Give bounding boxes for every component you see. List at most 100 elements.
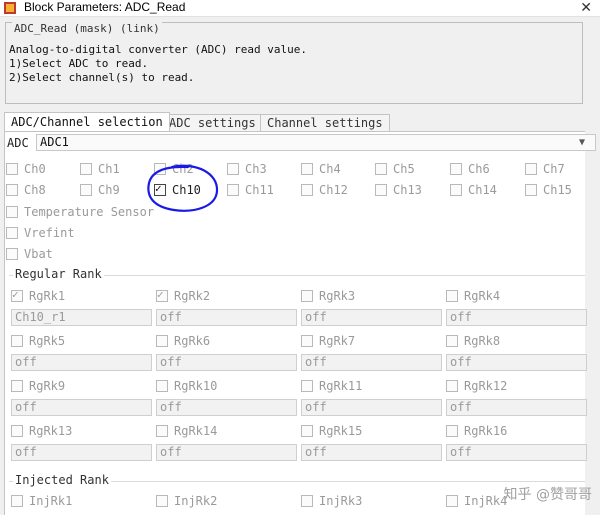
channel-checkbox-ch14[interactable]: Ch14 xyxy=(450,183,497,197)
rank-value-field[interactable]: off xyxy=(156,399,297,416)
channel-checkbox-ch3[interactable]: Ch3 xyxy=(227,162,267,176)
rank-value-field[interactable]: off xyxy=(301,354,442,371)
injected-rank-checkbox-2[interactable]: InjRk2 xyxy=(156,494,217,508)
checkbox-box[interactable] xyxy=(11,335,23,347)
rank-value-field[interactable]: off xyxy=(301,399,442,416)
checkbox-box[interactable] xyxy=(301,163,313,175)
channel-checkbox-ch7[interactable]: Ch7 xyxy=(525,162,565,176)
regular-rank-checkbox-8[interactable]: RgRk8 xyxy=(446,334,500,348)
regular-rank-checkbox-3[interactable]: RgRk3 xyxy=(301,289,355,303)
regular-rank-checkbox-12[interactable]: RgRk12 xyxy=(446,379,507,393)
checkbox-box[interactable] xyxy=(375,163,387,175)
checkbox-box[interactable] xyxy=(450,163,462,175)
checkbox-box[interactable] xyxy=(446,425,458,437)
extra-checkbox-temperature-sensor[interactable]: Temperature Sensor xyxy=(6,205,154,219)
checkbox-box[interactable] xyxy=(80,184,92,196)
checkbox-box[interactable] xyxy=(301,184,313,196)
regular-rank-checkbox-10[interactable]: RgRk10 xyxy=(156,379,217,393)
regular-rank-checkbox-2[interactable]: ✓ RgRk2 xyxy=(156,288,210,303)
checkbox-label: Ch13 xyxy=(393,183,422,197)
checkbox-box[interactable] xyxy=(156,335,168,347)
rank-value-field[interactable]: off xyxy=(301,309,442,326)
rank-value-field[interactable]: off xyxy=(446,444,587,461)
rank-value-field[interactable]: off xyxy=(446,399,587,416)
rank-value-field[interactable]: off xyxy=(446,354,587,371)
checkbox-box[interactable] xyxy=(446,290,458,302)
checkbox-box[interactable] xyxy=(446,380,458,392)
channel-checkbox-ch4[interactable]: Ch4 xyxy=(301,162,341,176)
rank-value-field[interactable]: off xyxy=(156,309,297,326)
checkbox-box[interactable] xyxy=(11,380,23,392)
channel-checkbox-ch15[interactable]: Ch15 xyxy=(525,183,572,197)
channel-checkbox-ch13[interactable]: Ch13 xyxy=(375,183,422,197)
regular-rank-checkbox-11[interactable]: RgRk11 xyxy=(301,379,362,393)
checkbox-box[interactable] xyxy=(6,248,18,260)
checkbox-box[interactable] xyxy=(6,227,18,239)
tab-channel-settings[interactable]: Channel settings xyxy=(260,114,390,132)
channel-checkbox-ch0[interactable]: Ch0 xyxy=(6,162,46,176)
checkbox-box[interactable] xyxy=(301,495,313,507)
channel-checkbox-ch6[interactable]: Ch6 xyxy=(450,162,490,176)
checkbox-box[interactable] xyxy=(6,163,18,175)
checkbox-box[interactable] xyxy=(525,184,537,196)
checkbox-box[interactable] xyxy=(446,495,458,507)
extra-checkbox-vbat[interactable]: Vbat xyxy=(6,247,53,261)
injected-rank-checkbox-3[interactable]: InjRk3 xyxy=(301,494,362,508)
regular-rank-checkbox-5[interactable]: RgRk5 xyxy=(11,334,65,348)
rank-value-field[interactable]: off xyxy=(11,444,152,461)
regular-rank-checkbox-7[interactable]: RgRk7 xyxy=(301,334,355,348)
channel-checkbox-ch1[interactable]: Ch1 xyxy=(80,162,120,176)
rank-value-field[interactable]: off xyxy=(156,354,297,371)
close-icon[interactable]: ✕ xyxy=(580,0,592,15)
channel-checkbox-ch5[interactable]: Ch5 xyxy=(375,162,415,176)
injected-rank-checkbox-1[interactable]: InjRk1 xyxy=(11,494,72,508)
checkbox-label: RgRk10 xyxy=(174,379,218,393)
checkbox-box[interactable] xyxy=(301,380,313,392)
checkbox-box[interactable] xyxy=(446,335,458,347)
checkbox-box[interactable] xyxy=(301,335,313,347)
tab-adc-channel-selection[interactable]: ADC/Channel selection xyxy=(4,112,170,133)
channel-checkbox-ch8[interactable]: Ch8 xyxy=(6,183,46,197)
checkbox-box[interactable] xyxy=(80,163,92,175)
adc-select[interactable]: ADC1 ▼ xyxy=(36,134,596,151)
rank-value-field[interactable]: off xyxy=(301,444,442,461)
checkbox-box[interactable] xyxy=(301,290,313,302)
checkbox-box[interactable] xyxy=(450,184,462,196)
regular-rank-checkbox-15[interactable]: RgRk15 xyxy=(301,424,362,438)
channel-checkbox-ch9[interactable]: Ch9 xyxy=(80,183,120,197)
checkbox-box[interactable] xyxy=(156,495,168,507)
rank-value-field[interactable]: off xyxy=(156,444,297,461)
checkbox-box[interactable] xyxy=(156,425,168,437)
regular-rank-checkbox-9[interactable]: RgRk9 xyxy=(11,379,65,393)
checkbox-box[interactable] xyxy=(11,495,23,507)
checkbox-box[interactable] xyxy=(6,206,18,218)
rank-value-field[interactable]: Ch10_r1 xyxy=(11,309,152,326)
checkbox-box[interactable]: ✓ xyxy=(156,288,168,302)
checkbox-box[interactable]: ✓ xyxy=(11,288,23,302)
regular-rank-checkbox-16[interactable]: RgRk16 xyxy=(446,424,507,438)
checkbox-box[interactable] xyxy=(11,425,23,437)
regular-rank-checkbox-4[interactable]: RgRk4 xyxy=(446,289,500,303)
regular-rank-checkbox-14[interactable]: RgRk14 xyxy=(156,424,217,438)
checkbox-label: RgRk14 xyxy=(174,424,218,438)
checkbox-box[interactable] xyxy=(156,380,168,392)
regular-rank-checkbox-13[interactable]: RgRk13 xyxy=(11,424,72,438)
channel-checkbox-ch11[interactable]: Ch11 xyxy=(227,183,274,197)
checkbox-box[interactable] xyxy=(301,425,313,437)
injected-rank-checkbox-4[interactable]: InjRk4 xyxy=(446,494,507,508)
channel-checkbox-ch12[interactable]: Ch12 xyxy=(301,183,348,197)
regular-rank-checkbox-6[interactable]: RgRk6 xyxy=(156,334,210,348)
rank-value-field[interactable]: off xyxy=(446,309,587,326)
checkbox-box[interactable] xyxy=(525,163,537,175)
extra-checkbox-vrefint[interactable]: Vrefint xyxy=(6,226,75,240)
checkbox-label: Ch1 xyxy=(98,162,120,176)
checkbox-box[interactable] xyxy=(227,184,239,196)
checkbox-box[interactable] xyxy=(6,184,18,196)
checkbox-label: RgRk6 xyxy=(174,334,211,348)
tab-adc-settings[interactable]: ADC settings xyxy=(162,114,263,132)
rank-value-field[interactable]: off xyxy=(11,354,152,371)
checkbox-box[interactable] xyxy=(375,184,387,196)
checkbox-box[interactable] xyxy=(227,163,239,175)
rank-value-field[interactable]: off xyxy=(11,399,152,416)
regular-rank-checkbox-1[interactable]: ✓ RgRk1 xyxy=(11,288,65,303)
